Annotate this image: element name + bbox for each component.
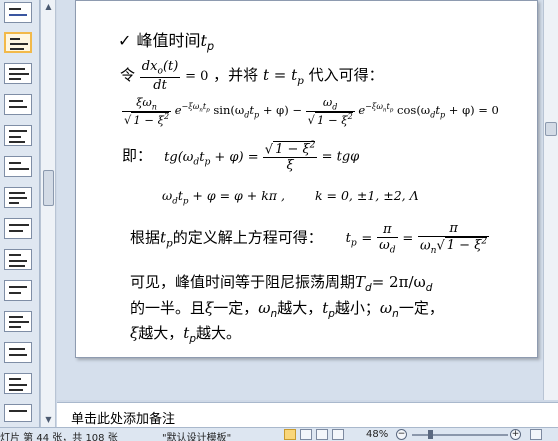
notes-placeholder[interactable]: 单击此处添加备注 (71, 408, 175, 427)
equation-line-3: 即： tg(ωdtp + φ) = √ 1 − ξ2 ξ = tgφ (122, 141, 360, 174)
scroll-thumb[interactable] (43, 170, 54, 206)
slide-thumbnail[interactable] (4, 373, 32, 394)
text-line-7: 的一半。且ξ一定，ωn越大，tp越小；ωn一定， (130, 299, 444, 320)
slideshow-icon[interactable] (332, 429, 344, 440)
fit-window-icon[interactable] (530, 429, 542, 440)
slide-sorter-icon[interactable] (300, 429, 312, 440)
equation-line-2: ξωn √ 1 − ξ2 e−ξωntp sin(ωdtp + φ) − ωd √… (122, 95, 499, 128)
slide-thumbnail[interactable] (4, 63, 32, 84)
slide-thumbnail[interactable] (4, 94, 32, 115)
zoom-slider-handle[interactable] (428, 430, 433, 439)
slide-thumbnail[interactable] (4, 218, 32, 239)
status-bar: 灯片 第 44 张，共 108 张 "默认设计模板" 48% − + (0, 427, 558, 441)
slide-edit-area: ✓ 峰值时间tp 令 dxo(t) dt = 0 ，并将 t = tp 代入可得… (57, 0, 543, 400)
slide-thumbnail[interactable] (4, 404, 32, 422)
theme-name[interactable]: "默认设计模板" (162, 429, 231, 441)
slide-thumbnail[interactable] (4, 249, 32, 270)
slide-scrollbar[interactable] (543, 0, 558, 400)
derivative-fraction: dxo(t) dt (139, 59, 181, 93)
notes-pane[interactable]: 单击此处添加备注 (57, 402, 558, 427)
slide-thumbnail[interactable] (4, 125, 32, 146)
equation-line-4: ωdtp + φ = φ + kπ , k = 0, ±1, ±2, Λ (162, 188, 419, 207)
zoom-level[interactable]: 48% (366, 429, 388, 440)
equation-line-5: 根据tp的定义解上方程可得： tp = π ωd = π ωn√ 1 − ξ2 (130, 221, 490, 256)
zoom-slider[interactable] (412, 434, 508, 436)
thumbnail-scrollbar[interactable]: ▲ ▼ (40, 0, 56, 427)
equation-line-1: 令 dxo(t) dt = 0 ，并将 t = tp 代入可得： (120, 59, 384, 93)
check-icon: ✓ (118, 31, 132, 50)
zoom-out-icon[interactable]: − (396, 429, 407, 440)
slide-heading: ✓ 峰值时间tp (118, 31, 215, 54)
scroll-up-icon[interactable]: ▲ (43, 1, 54, 12)
slide-thumbnail[interactable] (4, 280, 32, 301)
slide-canvas[interactable]: ✓ 峰值时间tp 令 dxo(t) dt = 0 ，并将 t = tp 代入可得… (75, 0, 538, 358)
scroll-thumb[interactable] (545, 122, 557, 136)
slide-thumbnail-panel (0, 0, 40, 427)
slide-thumbnail[interactable] (4, 156, 32, 177)
text-line-6: 可见，峰值时间等于阻尼振荡周期Td= 2π/ωd (130, 273, 433, 294)
text-line-8: ξ越大，tp越大。 (130, 324, 241, 345)
slide-thumbnail[interactable] (4, 342, 32, 363)
normal-view-icon[interactable] (284, 429, 296, 440)
slide-thumbnail[interactable] (4, 311, 32, 332)
scroll-down-icon[interactable]: ▼ (43, 414, 54, 425)
slide-count: 灯片 第 44 张，共 108 张 (0, 433, 118, 441)
slide-thumbnail-selected[interactable] (4, 32, 32, 53)
slide-thumbnail[interactable] (4, 2, 32, 23)
slide-thumbnail[interactable] (4, 187, 32, 208)
reading-view-icon[interactable] (316, 429, 328, 440)
zoom-in-icon[interactable]: + (510, 429, 521, 440)
